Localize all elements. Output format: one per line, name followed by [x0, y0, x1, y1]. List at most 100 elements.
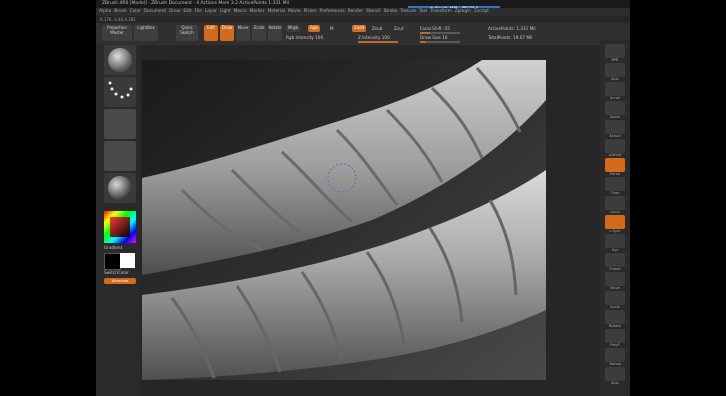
menu-item-zscript[interactable]: Zscript	[474, 9, 489, 14]
rotate-button[interactable]: Rotate	[268, 25, 282, 41]
secondary-color-swatch[interactable]	[120, 253, 135, 268]
polyf-label: PolyF	[610, 343, 620, 347]
polyf-button[interactable]	[605, 329, 625, 343]
actual-label: Actual	[609, 134, 621, 138]
window-title: ZBrush 4R6 [Model] · ZBrush Document · 4…	[102, 1, 289, 6]
material-thumbnail[interactable]	[104, 173, 136, 203]
menu-item-stroke[interactable]: Stroke	[384, 9, 398, 14]
total-points-readout: TotalPoints: 19.07 Mil	[488, 35, 533, 40]
sculpt-canvas[interactable]	[142, 60, 546, 380]
floor-button[interactable]	[605, 177, 625, 191]
menu-item-color[interactable]: Color	[130, 9, 141, 14]
zcut-button[interactable]: Zcut	[394, 26, 403, 31]
alpha-thumbnail[interactable]	[104, 109, 136, 139]
right-shelf: BPR Spix Scroll Zoom Actual AAHalf Persp Floor L…	[600, 40, 630, 396]
main-color-swatch[interactable]	[104, 253, 121, 270]
rotate-button[interactable]	[605, 310, 625, 324]
move-label: Move	[610, 286, 620, 290]
menu-item-transform[interactable]: Transform	[430, 9, 451, 14]
z-intensity-label: Z Intensity 100	[358, 35, 390, 40]
menu-item-marker[interactable]: Marker	[250, 9, 265, 14]
transp-button[interactable]	[605, 348, 625, 362]
zoom-button[interactable]	[605, 101, 625, 115]
draw-size-fill	[420, 41, 426, 43]
scroll-button[interactable]	[605, 82, 625, 96]
menu-item-alpha[interactable]: Alpha	[99, 9, 111, 14]
title-bar: ZBrush 4R6 [Model] · ZBrush Document · 4…	[96, 0, 630, 8]
lightbox-button[interactable]: LightBox	[134, 25, 158, 41]
scale-button[interactable]: Scale	[252, 25, 266, 41]
spix-button[interactable]	[605, 63, 625, 77]
menu-item-texture[interactable]: Texture	[400, 9, 416, 14]
dots-stroke-icon	[108, 81, 133, 99]
persp-button[interactable]	[605, 158, 625, 172]
scale-button[interactable]	[605, 291, 625, 305]
z-intensity-slider[interactable]	[358, 41, 398, 43]
l-sym-label: L.Sym	[609, 229, 621, 233]
draw-button[interactable]: Draw	[220, 25, 234, 41]
switch-color-label[interactable]: SwitchColor	[104, 270, 129, 275]
draw-size-slider[interactable]	[420, 41, 460, 43]
brush-thumbnail[interactable]	[104, 45, 136, 75]
focal-shift-label: Focal Shift -55	[420, 26, 450, 31]
edit-button[interactable]: Edit	[204, 25, 218, 41]
move-button[interactable]	[605, 272, 625, 286]
menu-item-picker[interactable]: Picker	[304, 9, 317, 14]
menu-item-tool[interactable]: Tool	[419, 9, 427, 14]
frame-label: Frame	[609, 267, 621, 271]
zbrush-window: ZBrush 4R6 [Model] · ZBrush Document · 4…	[96, 0, 630, 396]
sphere-brush-icon	[108, 48, 132, 72]
move-button[interactable]: Move	[236, 25, 250, 41]
menu-item-layer[interactable]: Layer	[205, 9, 217, 14]
top-toolbar: Projection Master LightBox Quick Sketch …	[96, 23, 630, 45]
zsub-button[interactable]: Zsub	[372, 26, 382, 31]
xyz-button[interactable]	[605, 234, 625, 248]
coordinate-readout: 0.176,-3.93,4.181	[100, 17, 136, 22]
mrgb-button[interactable]: Mrgb	[286, 25, 300, 32]
menu-item-file[interactable]: File	[195, 9, 202, 14]
stroke-thumbnail[interactable]	[104, 77, 136, 107]
zoom-label: Zoom	[609, 115, 621, 119]
gradient-label[interactable]: Gradient	[104, 245, 122, 250]
focal-shift-fill	[420, 32, 430, 34]
menu-item-light[interactable]: Light	[220, 9, 231, 14]
document-viewport[interactable]	[142, 60, 546, 380]
menu-item-document[interactable]: Document	[144, 9, 166, 14]
menu-item-render[interactable]: Render	[348, 9, 363, 14]
persp-label: Persp	[610, 172, 620, 176]
l-sym-button[interactable]	[605, 215, 625, 229]
zadd-button[interactable]: Zadd	[352, 25, 366, 32]
solo-label: Solo	[611, 381, 619, 385]
color-picker[interactable]	[104, 211, 136, 243]
local-button[interactable]	[605, 196, 625, 210]
menu-item-brush[interactable]: Brush	[114, 9, 126, 14]
projection-master-button[interactable]: Projection Master	[102, 25, 132, 41]
aahalf-button[interactable]	[605, 139, 625, 153]
texture-thumbnail[interactable]	[104, 141, 136, 171]
rgb-button[interactable]: Rgb	[308, 25, 320, 32]
menu-item-edit[interactable]: Edit	[183, 9, 191, 14]
alternate-button[interactable]: Alternate	[104, 278, 136, 284]
actual-button[interactable]	[605, 120, 625, 134]
menu-item-macro[interactable]: Macro	[234, 9, 247, 14]
solo-button[interactable]	[605, 367, 625, 381]
scale-label: Scale	[610, 305, 620, 309]
menu-item-zplugin[interactable]: Zplugin	[455, 9, 471, 14]
rotate-label: Rotate	[609, 324, 621, 328]
active-points-readout: ActivePoints: 1.331 Mil	[488, 26, 536, 31]
frame-button[interactable]	[605, 253, 625, 267]
floor-label: Floor	[610, 191, 620, 195]
focal-shift-slider[interactable]	[420, 32, 460, 34]
menu-item-draw[interactable]: Draw	[169, 9, 180, 14]
xyz-label: Xyz	[611, 248, 619, 252]
menu-item-preferences[interactable]: Preferences	[319, 9, 344, 14]
quick-sketch-button[interactable]: Quick Sketch	[176, 25, 198, 41]
aahalf-label: AAHalf	[608, 153, 622, 157]
m-toggle[interactable]: M	[330, 26, 334, 31]
menu-item-stencil[interactable]: Stencil	[366, 9, 381, 14]
material-sphere-icon	[108, 176, 132, 200]
bpr-button[interactable]	[605, 44, 625, 58]
rgb-intensity-label: Rgb Intensity 100	[286, 35, 324, 40]
menu-item-material[interactable]: Material	[267, 9, 284, 14]
menu-item-movie[interactable]: Movie	[288, 9, 301, 14]
